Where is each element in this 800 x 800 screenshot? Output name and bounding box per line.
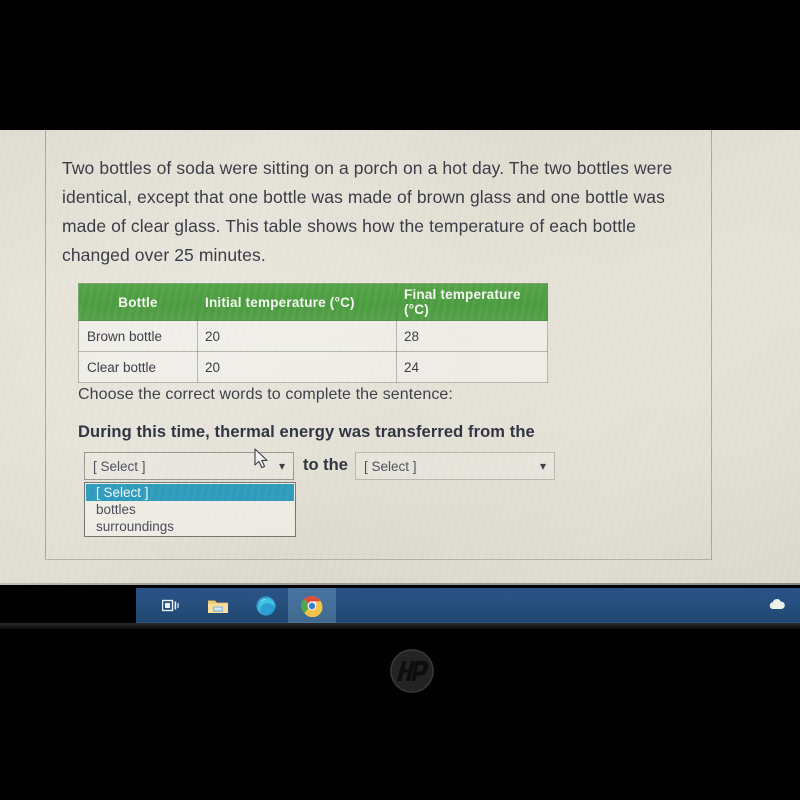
chevron-down-icon: ▾ xyxy=(539,459,546,473)
screen-bezel-divider xyxy=(0,583,800,585)
cell-bottle-name: Clear bottle xyxy=(78,351,198,383)
laptop-hinge xyxy=(0,623,800,629)
question-content-container: Two bottles of soda were sitting on a po… xyxy=(45,130,712,560)
dropdown-option-bottles[interactable]: bottles xyxy=(86,501,294,518)
answer-select-row: [ Select ] ▾ to the [ Select ] ▾ xyxy=(78,452,688,482)
weather-cloud-icon[interactable] xyxy=(768,597,786,610)
table-row: Brown bottle 20 28 xyxy=(78,320,548,352)
select-second[interactable]: [ Select ] ▾ xyxy=(355,452,555,480)
select-second-value: [ Select ] xyxy=(364,458,417,474)
chevron-down-icon: ▾ xyxy=(278,459,285,473)
file-explorer-icon[interactable] xyxy=(194,588,242,623)
cell-final-temperature: 24 xyxy=(396,351,548,383)
select-first-value: [ Select ] xyxy=(93,458,146,474)
temperature-table: Bottle Initial temperature (°C) Final te… xyxy=(78,283,548,383)
hp-logo xyxy=(390,649,434,693)
table-header-initial-temperature: Initial temperature (°C) xyxy=(197,283,397,321)
select-first-dropdown-list[interactable]: [ Select ] bottles surroundings xyxy=(84,482,296,537)
connector-text: to the xyxy=(303,456,348,474)
instruction-text: Choose the correct words to complete the… xyxy=(78,386,453,403)
cell-bottle-name: Brown bottle xyxy=(78,320,198,352)
table-header-final-temperature: Final temperature (°C) xyxy=(396,283,548,321)
question-paragraph: Two bottles of soda were sitting on a po… xyxy=(62,158,673,265)
cell-final-temperature: 28 xyxy=(396,320,548,352)
google-chrome-icon[interactable] xyxy=(288,588,336,623)
cell-initial-temperature: 20 xyxy=(197,351,397,383)
cell-initial-temperature: 20 xyxy=(197,320,397,352)
table-header-row: Bottle Initial temperature (°C) Final te… xyxy=(78,283,548,321)
microsoft-edge-icon[interactable] xyxy=(242,588,290,623)
task-view-icon[interactable] xyxy=(146,588,194,623)
table-header-bottle: Bottle xyxy=(78,283,198,321)
table-row: Clear bottle 20 24 xyxy=(78,351,548,383)
laptop-screen-photo: Two bottles of soda were sitting on a po… xyxy=(0,0,800,800)
windows-taskbar xyxy=(136,588,800,623)
sentence-prompt: During this time, thermal energy was tra… xyxy=(78,423,535,441)
dropdown-option-surroundings[interactable]: surroundings xyxy=(86,518,294,535)
select-first[interactable]: [ Select ] ▾ xyxy=(84,452,294,480)
dropdown-option-select[interactable]: [ Select ] xyxy=(86,484,294,501)
browser-viewport: Two bottles of soda were sitting on a po… xyxy=(0,130,800,585)
